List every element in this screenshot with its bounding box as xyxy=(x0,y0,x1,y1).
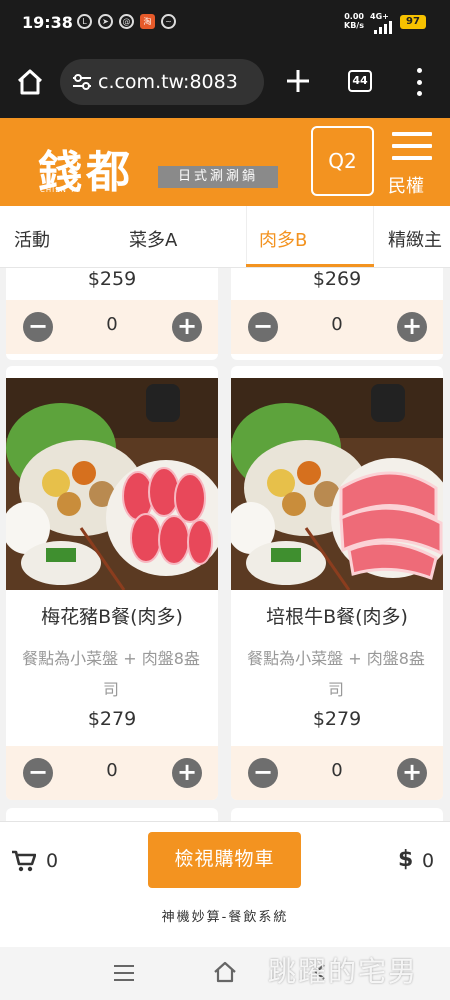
product-card: $259 − 0 + xyxy=(6,268,218,360)
tab-switcher-button[interactable]: 44 xyxy=(348,70,372,92)
quantity-stepper: − 0 + xyxy=(231,746,443,800)
cart-bar: 0 檢視購物車 $ 0 神機妙算-餐飲系統 xyxy=(0,821,450,947)
battery-icon: 97 xyxy=(400,15,426,29)
new-tab-icon[interactable] xyxy=(285,68,311,94)
product-image[interactable] xyxy=(6,378,218,590)
dollar-icon: $ xyxy=(398,847,414,872)
product-price: $269 xyxy=(312,268,362,290)
browser-menu-icon[interactable] xyxy=(411,68,427,96)
recent-apps-icon[interactable] xyxy=(114,965,134,981)
product-name: 培根牛B餐(肉多) xyxy=(266,606,408,628)
plus-icon[interactable]: + xyxy=(172,758,202,788)
footer-brand: 神機妙算-餐飲系統 xyxy=(161,910,289,925)
logo-tagline: 日式涮涮鍋 xyxy=(158,166,278,188)
notification-icons: L ➤ @ 淘 ~ xyxy=(77,14,176,29)
tab-premium[interactable]: 精緻主 xyxy=(388,226,442,252)
status-time: 19:38 xyxy=(22,13,73,32)
network-type: 4G+ xyxy=(370,12,389,21)
taobao-notification-icon: 淘 xyxy=(140,14,155,29)
address-bar[interactable]: c.com.tw:8083 xyxy=(60,59,264,105)
browser-toolbar: c.com.tw:8083 44 xyxy=(0,46,450,118)
plus-icon[interactable]: + xyxy=(172,312,202,342)
tab-activity[interactable]: 活動 xyxy=(14,226,50,252)
site-settings-icon[interactable] xyxy=(72,73,92,91)
plus-icon[interactable]: + xyxy=(397,758,427,788)
product-price: $279 xyxy=(312,708,362,730)
status-bar: 19:38 L ➤ @ 淘 ~ 0.00 KB/s 4G+ 97 xyxy=(0,0,450,46)
cart-icon[interactable] xyxy=(12,850,36,872)
product-card[interactable]: 梅花豬B餐(肉多) 餐點為小菜盤 + 肉盤8盎司 $279 − 0 + xyxy=(6,366,218,800)
product-description: 餐點為小菜盤 + 肉盤8盎司 xyxy=(247,649,425,699)
product-price: $279 xyxy=(87,708,137,730)
product-grid: $259 − 0 + $269 − 0 + 梅花豬B餐(肉多) 餐點為小菜盤 +… xyxy=(0,268,450,821)
quantity-stepper: − 0 + xyxy=(6,300,218,354)
watermark: 跳躍的宅男 xyxy=(268,955,419,988)
line-notification-icon: L xyxy=(77,14,92,29)
cart-total: 0 xyxy=(422,850,435,872)
quantity-stepper: − 0 + xyxy=(6,746,218,800)
store-name[interactable]: 民權 xyxy=(388,172,424,198)
product-card[interactable] xyxy=(6,808,218,821)
url-text: c.com.tw:8083 xyxy=(98,71,238,93)
messenger-notification-icon: ~ xyxy=(161,14,176,29)
product-card[interactable] xyxy=(231,808,443,821)
cart-count: 0 xyxy=(46,850,59,872)
table-number-button[interactable]: Q2 xyxy=(311,126,374,196)
network-speed: 0.00 KB/s xyxy=(344,12,364,30)
hamburger-menu-icon[interactable] xyxy=(392,132,432,164)
threads-notification-icon: @ xyxy=(119,14,134,29)
brand-logo: 錢都 CHIEN TU 日式涮涮鍋 xyxy=(34,132,284,200)
tab-meat-b[interactable]: 肉多B xyxy=(259,226,307,252)
product-card: $269 − 0 + xyxy=(231,268,443,360)
quantity-stepper: − 0 + xyxy=(231,300,443,354)
product-image[interactable] xyxy=(231,378,443,590)
product-card[interactable]: 培根牛B餐(肉多) 餐點為小菜盤 + 肉盤8盎司 $279 − 0 + xyxy=(231,366,443,800)
view-cart-button[interactable]: 檢視購物車 xyxy=(148,832,301,888)
home-icon[interactable] xyxy=(14,66,46,98)
signal-icon xyxy=(374,21,392,34)
navigation-notification-icon: ➤ xyxy=(98,14,113,29)
active-tab-indicator xyxy=(246,264,374,267)
tab-veg-a[interactable]: 菜多A xyxy=(129,226,177,252)
category-tabs: 活動 菜多A 肉多B 精緻主 xyxy=(0,206,450,268)
product-description: 餐點為小菜盤 + 肉盤8盎司 xyxy=(22,649,200,699)
plus-icon[interactable]: + xyxy=(397,312,427,342)
home-nav-icon[interactable] xyxy=(213,961,237,983)
site-header: 錢都 CHIEN TU 日式涮涮鍋 Q2 民權 xyxy=(0,118,450,206)
product-name: 梅花豬B餐(肉多) xyxy=(41,606,183,628)
product-price: $259 xyxy=(87,268,137,290)
